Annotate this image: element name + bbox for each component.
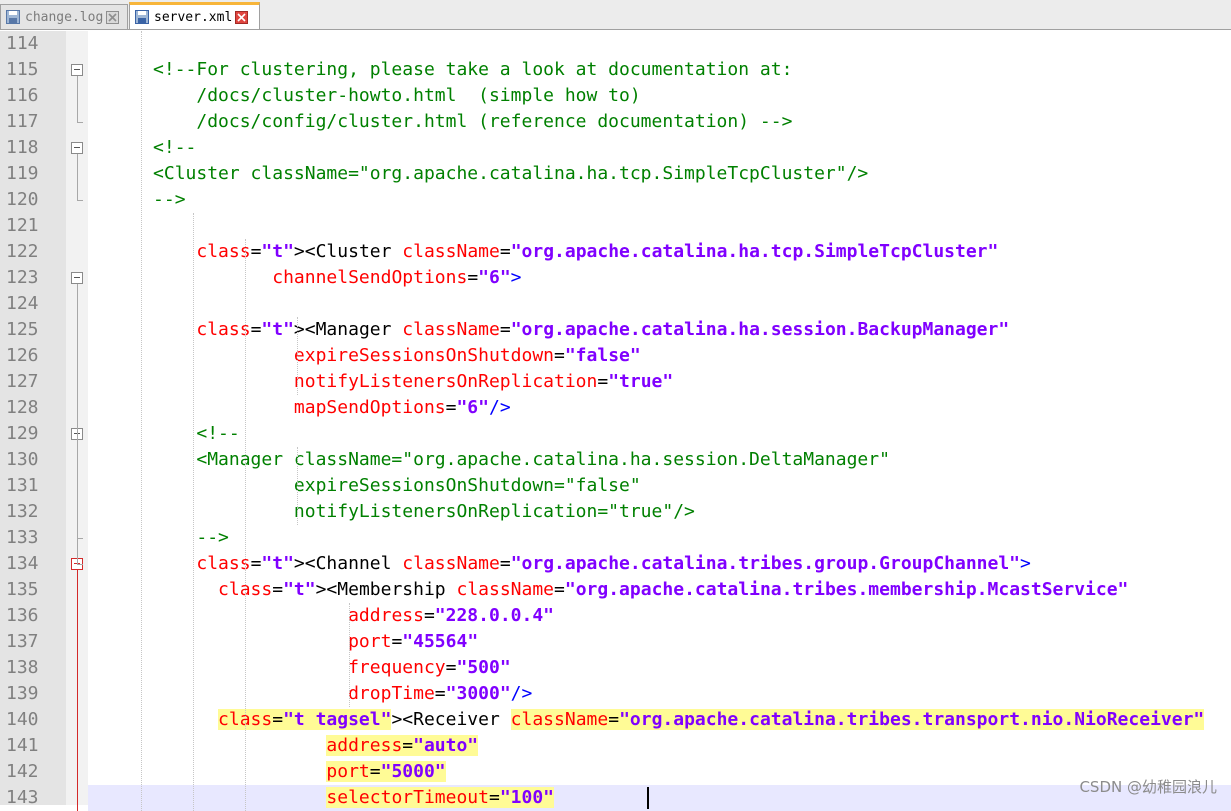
line-number: 141 [6, 735, 39, 756]
fold-toggle-icon[interactable] [71, 272, 83, 284]
fold-line [77, 440, 78, 538]
line-number: 126 [6, 345, 39, 366]
fold-end-marker [77, 200, 83, 201]
save-icon [6, 10, 20, 24]
line-number: 139 [6, 683, 39, 704]
code-line[interactable]: /docs/config/cluster.html (reference doc… [88, 109, 1231, 135]
code-line[interactable]: <!-- [88, 421, 1231, 447]
line-number: 118 [6, 137, 39, 158]
line-number: 138 [6, 657, 39, 678]
code-line[interactable]: --> [88, 187, 1231, 213]
indent-guide [297, 447, 298, 525]
code-line[interactable]: <Manager className="org.apache.catalina.… [88, 447, 1231, 473]
code-line[interactable]: port="45564" [88, 629, 1231, 655]
line-number: 129 [6, 423, 39, 444]
code-line[interactable]: --> [88, 525, 1231, 551]
code-line[interactable]: frequency="500" [88, 655, 1231, 681]
indent-guide [297, 317, 298, 395]
code-line[interactable]: <!-- [88, 135, 1231, 161]
line-number: 124 [6, 293, 39, 314]
fold-toggle-icon[interactable] [71, 64, 83, 76]
code-line[interactable] [88, 291, 1231, 317]
close-icon[interactable] [106, 10, 120, 24]
code-line[interactable]: class="t"><Manager className="org.apache… [88, 317, 1231, 343]
code-line[interactable] [88, 31, 1231, 57]
tab-label: server.xml [154, 9, 233, 25]
code-line[interactable]: expireSessionsOnShutdown="false" [88, 343, 1231, 369]
watermark: CSDN @幼稚园浪儿 [1079, 778, 1217, 796]
code-line[interactable]: class="t tagsel"><Receiver className="or… [88, 707, 1231, 733]
indent-guide [141, 31, 142, 811]
line-number: 119 [6, 163, 39, 184]
line-number: 117 [6, 111, 39, 132]
indent-guide [245, 239, 246, 811]
line-number: 114 [6, 33, 39, 54]
fold-end-marker [77, 564, 83, 565]
code-line[interactable]: address="auto" [88, 733, 1231, 759]
tab-bar: change.log server.xml [0, 0, 1231, 30]
line-number: 133 [6, 527, 39, 548]
code-line[interactable]: class="t"><Membership className="org.apa… [88, 577, 1231, 603]
fold-end-marker [77, 122, 83, 123]
line-number: 127 [6, 371, 39, 392]
code-line[interactable]: dropTime="3000"/> [88, 681, 1231, 707]
line-number: 122 [6, 241, 39, 262]
line-number: 116 [6, 85, 39, 106]
line-number: 120 [6, 189, 39, 210]
line-number: 128 [6, 397, 39, 418]
code-line[interactable]: channelSendOptions="6"> [88, 265, 1231, 291]
code-line[interactable]: class="t"><Cluster className="org.apache… [88, 239, 1231, 265]
fold-line [77, 154, 78, 200]
line-number: 115 [6, 59, 39, 80]
code-line[interactable]: expireSessionsOnShutdown="false" [88, 473, 1231, 499]
close-icon[interactable] [235, 10, 249, 24]
code-line[interactable]: /docs/cluster-howto.html (simple how to) [88, 83, 1231, 109]
line-number: 132 [6, 501, 39, 522]
line-number: 143 [6, 787, 39, 808]
code-line[interactable]: port="5000" [88, 759, 1231, 785]
line-number: 123 [6, 267, 39, 288]
line-number: 135 [6, 579, 39, 600]
fold-end-marker [77, 538, 83, 539]
indent-guide [349, 603, 350, 707]
code-line[interactable]: mapSendOptions="6"/> [88, 395, 1231, 421]
line-number: 142 [6, 761, 39, 782]
fold-toggle-icon[interactable] [71, 142, 83, 154]
text-caret [647, 787, 649, 809]
line-number: 125 [6, 319, 39, 340]
tab-server-xml[interactable]: server.xml [129, 2, 260, 29]
line-number: 136 [6, 605, 39, 626]
tab-change-log[interactable]: change.log [0, 4, 128, 29]
code-line[interactable]: notifyListenersOnReplication="true"/> [88, 499, 1231, 525]
save-icon [135, 10, 149, 24]
code-line[interactable]: class="t"><Channel className="org.apache… [88, 551, 1231, 577]
line-number: 131 [6, 475, 39, 496]
line-number: 134 [6, 553, 39, 574]
code-line[interactable]: <!--For clustering, please take a look a… [88, 57, 1231, 83]
code-line[interactable] [88, 213, 1231, 239]
code-line[interactable]: notifyListenersOnReplication="true" [88, 369, 1231, 395]
fold-line [77, 570, 78, 811]
line-number: 137 [6, 631, 39, 652]
code-line[interactable]: selectorTimeout="100" [88, 785, 1231, 811]
code-line[interactable]: <Cluster className="org.apache.catalina.… [88, 161, 1231, 187]
editor[interactable]: <!--For clustering, please take a look a… [0, 31, 1231, 811]
line-number: 121 [6, 215, 39, 236]
fold-line [77, 76, 78, 122]
indent-guide [193, 213, 194, 811]
line-number: 130 [6, 449, 39, 470]
tab-label: change.log [25, 9, 104, 25]
code-line[interactable]: address="228.0.0.4" [88, 603, 1231, 629]
line-number: 140 [6, 709, 39, 730]
